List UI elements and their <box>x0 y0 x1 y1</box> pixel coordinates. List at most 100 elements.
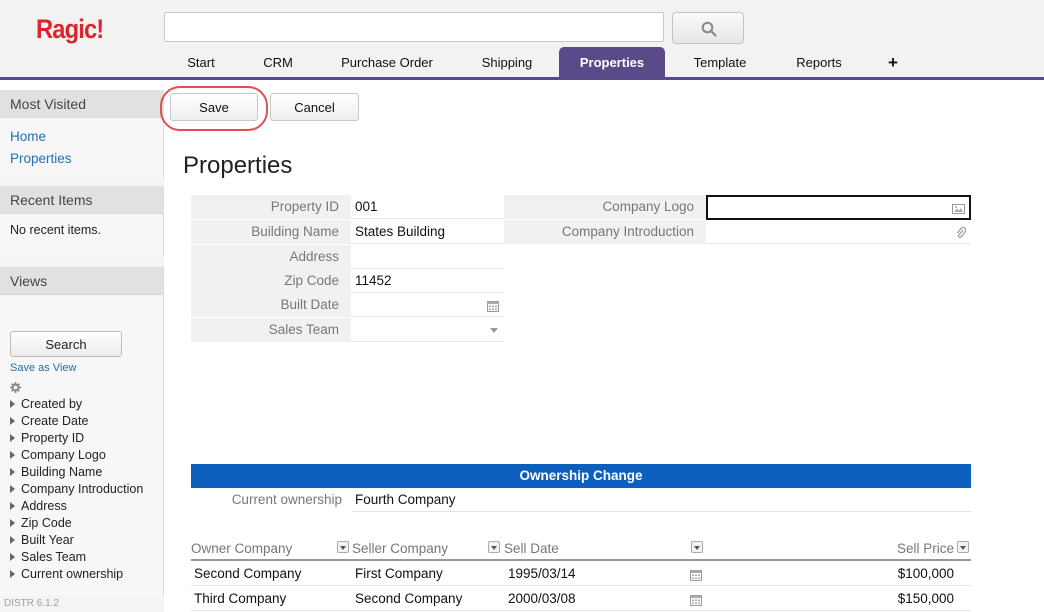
tab-reports[interactable]: Reports <box>776 47 862 77</box>
view-item-built-year[interactable]: Built Year <box>0 532 163 549</box>
views-title: Views <box>0 267 163 295</box>
view-item-property-id[interactable]: Property ID <box>0 430 163 447</box>
sidebar-link-properties[interactable]: Properties <box>0 148 163 170</box>
field-current-ownership: Current ownership Fourth Company <box>191 488 971 512</box>
sales-team-value[interactable] <box>352 318 504 342</box>
save-as-view-link[interactable]: Save as View <box>0 362 163 374</box>
view-item-company-logo[interactable]: Company Logo <box>0 447 163 464</box>
dropdown-arrow-icon[interactable] <box>490 328 498 333</box>
field-label: Property ID <box>191 195 351 219</box>
field-zip-code: Zip Code 11452 <box>191 269 504 293</box>
tab-template[interactable]: Template <box>674 47 766 77</box>
column-filter-dropdown-icon[interactable] <box>337 541 349 553</box>
company-logo-input[interactable] <box>706 195 971 220</box>
recent-items-panel: Recent Items No recent items. <box>0 186 164 256</box>
app-logo[interactable]: Ragic! <box>36 14 104 45</box>
calendar-icon[interactable] <box>690 594 702 606</box>
calendar-icon[interactable] <box>690 569 702 581</box>
building-name-value[interactable]: States Building <box>352 220 504 244</box>
expand-arrow-icon <box>10 502 15 510</box>
built-date-value[interactable] <box>352 293 504 317</box>
field-label: Built Date <box>191 293 351 317</box>
field-sales-team: Sales Team <box>191 318 504 342</box>
sell-date-cell[interactable]: 2000/03/08 <box>508 586 576 611</box>
field-label: Zip Code <box>191 269 351 293</box>
expand-arrow-icon <box>10 451 15 459</box>
seller-company-cell[interactable]: First Company <box>355 561 443 586</box>
ownership-section-header: Ownership Change <box>191 464 971 488</box>
expand-arrow-icon <box>10 468 15 476</box>
table-row[interactable]: Second Company First Company 1995/03/14 … <box>191 561 971 586</box>
view-item-create-date[interactable]: Create Date <box>0 413 163 430</box>
view-item-company-introduction[interactable]: Company Introduction <box>0 481 163 498</box>
expand-arrow-icon <box>10 400 15 408</box>
expand-arrow-icon <box>10 553 15 561</box>
search-button[interactable] <box>672 12 744 44</box>
tab-properties[interactable]: Properties <box>559 47 665 77</box>
tab-purchase-order[interactable]: Purchase Order <box>324 47 450 77</box>
views-panel: Views Search Save as View Created by Cre… <box>0 267 164 597</box>
field-property-id: Property ID 001 <box>191 195 504 219</box>
app-header: Ragic! Start CRM Purchase Order Shipping… <box>0 0 1044 80</box>
company-introduction-value[interactable] <box>706 220 971 244</box>
sell-price-cell[interactable]: $150,000 <box>811 586 954 611</box>
address-value[interactable] <box>352 245 504 269</box>
view-item-current-ownership[interactable]: Current ownership <box>0 566 163 583</box>
field-label: Current ownership <box>191 488 352 512</box>
column-header-sell-price[interactable]: Sell Price <box>860 540 954 560</box>
cancel-button[interactable]: Cancel <box>270 93 359 121</box>
paperclip-icon[interactable] <box>956 227 966 239</box>
calendar-icon[interactable] <box>487 300 499 312</box>
recent-items-empty: No recent items. <box>10 223 102 237</box>
column-header-sell-date[interactable]: Sell Date <box>504 540 559 560</box>
most-visited-title: Most Visited <box>0 90 163 118</box>
field-address: Address <box>191 245 504 269</box>
recent-items-title: Recent Items <box>0 186 163 214</box>
view-item-address[interactable]: Address <box>0 498 163 515</box>
expand-arrow-icon <box>10 485 15 493</box>
zip-code-value[interactable]: 11452 <box>352 269 504 293</box>
sell-price-cell[interactable]: $100,000 <box>811 561 954 586</box>
expand-arrow-icon <box>10 434 15 442</box>
expand-arrow-icon <box>10 417 15 425</box>
field-label: Company Introduction <box>504 220 706 244</box>
field-label: Building Name <box>191 220 351 244</box>
field-company-introduction: Company Introduction <box>504 220 971 244</box>
sell-date-cell[interactable]: 1995/03/14 <box>508 561 576 586</box>
most-visited-panel: Most Visited Home Properties <box>0 90 164 178</box>
field-built-date: Built Date <box>191 293 504 317</box>
column-filter-dropdown-icon[interactable] <box>691 541 703 553</box>
expand-arrow-icon <box>10 519 15 527</box>
tab-shipping[interactable]: Shipping <box>458 47 556 77</box>
view-item-zip-code[interactable]: Zip Code <box>0 515 163 532</box>
image-icon[interactable] <box>952 204 965 214</box>
add-tab-button[interactable]: + <box>878 47 908 77</box>
tab-crm[interactable]: CRM <box>242 47 314 77</box>
owner-company-cell[interactable]: Third Company <box>194 586 286 611</box>
column-header-owner-company[interactable]: Owner Company <box>191 540 292 560</box>
settings-icon[interactable] <box>0 374 163 396</box>
owner-company-cell[interactable]: Second Company <box>194 561 301 586</box>
view-item-sales-team[interactable]: Sales Team <box>0 549 163 566</box>
version-label: DISTR 6.1.2 <box>0 596 164 612</box>
sidebar: Most Visited Home Properties Recent Item… <box>0 90 164 612</box>
column-filter-dropdown-icon[interactable] <box>957 541 969 553</box>
property-id-value[interactable]: 001 <box>352 195 504 219</box>
global-search-input[interactable] <box>164 12 664 42</box>
tab-start[interactable]: Start <box>164 47 238 77</box>
field-label: Sales Team <box>191 318 351 342</box>
view-item-building-name[interactable]: Building Name <box>0 464 163 481</box>
seller-company-cell[interactable]: Second Company <box>355 586 462 611</box>
column-filter-dropdown-icon[interactable] <box>488 541 500 553</box>
field-label: Company Logo <box>504 195 706 219</box>
expand-arrow-icon <box>10 536 15 544</box>
views-search-button[interactable]: Search <box>10 331 122 357</box>
expand-arrow-icon <box>10 570 15 578</box>
view-item-created-by[interactable]: Created by <box>0 396 163 413</box>
field-label: Address <box>191 245 351 269</box>
sidebar-link-home[interactable]: Home <box>0 126 163 148</box>
column-header-seller-company[interactable]: Seller Company <box>352 540 448 560</box>
save-button[interactable]: Save <box>170 93 258 121</box>
page-title: Properties <box>183 152 293 179</box>
table-row[interactable]: Third Company Second Company 2000/03/08 … <box>191 586 971 611</box>
